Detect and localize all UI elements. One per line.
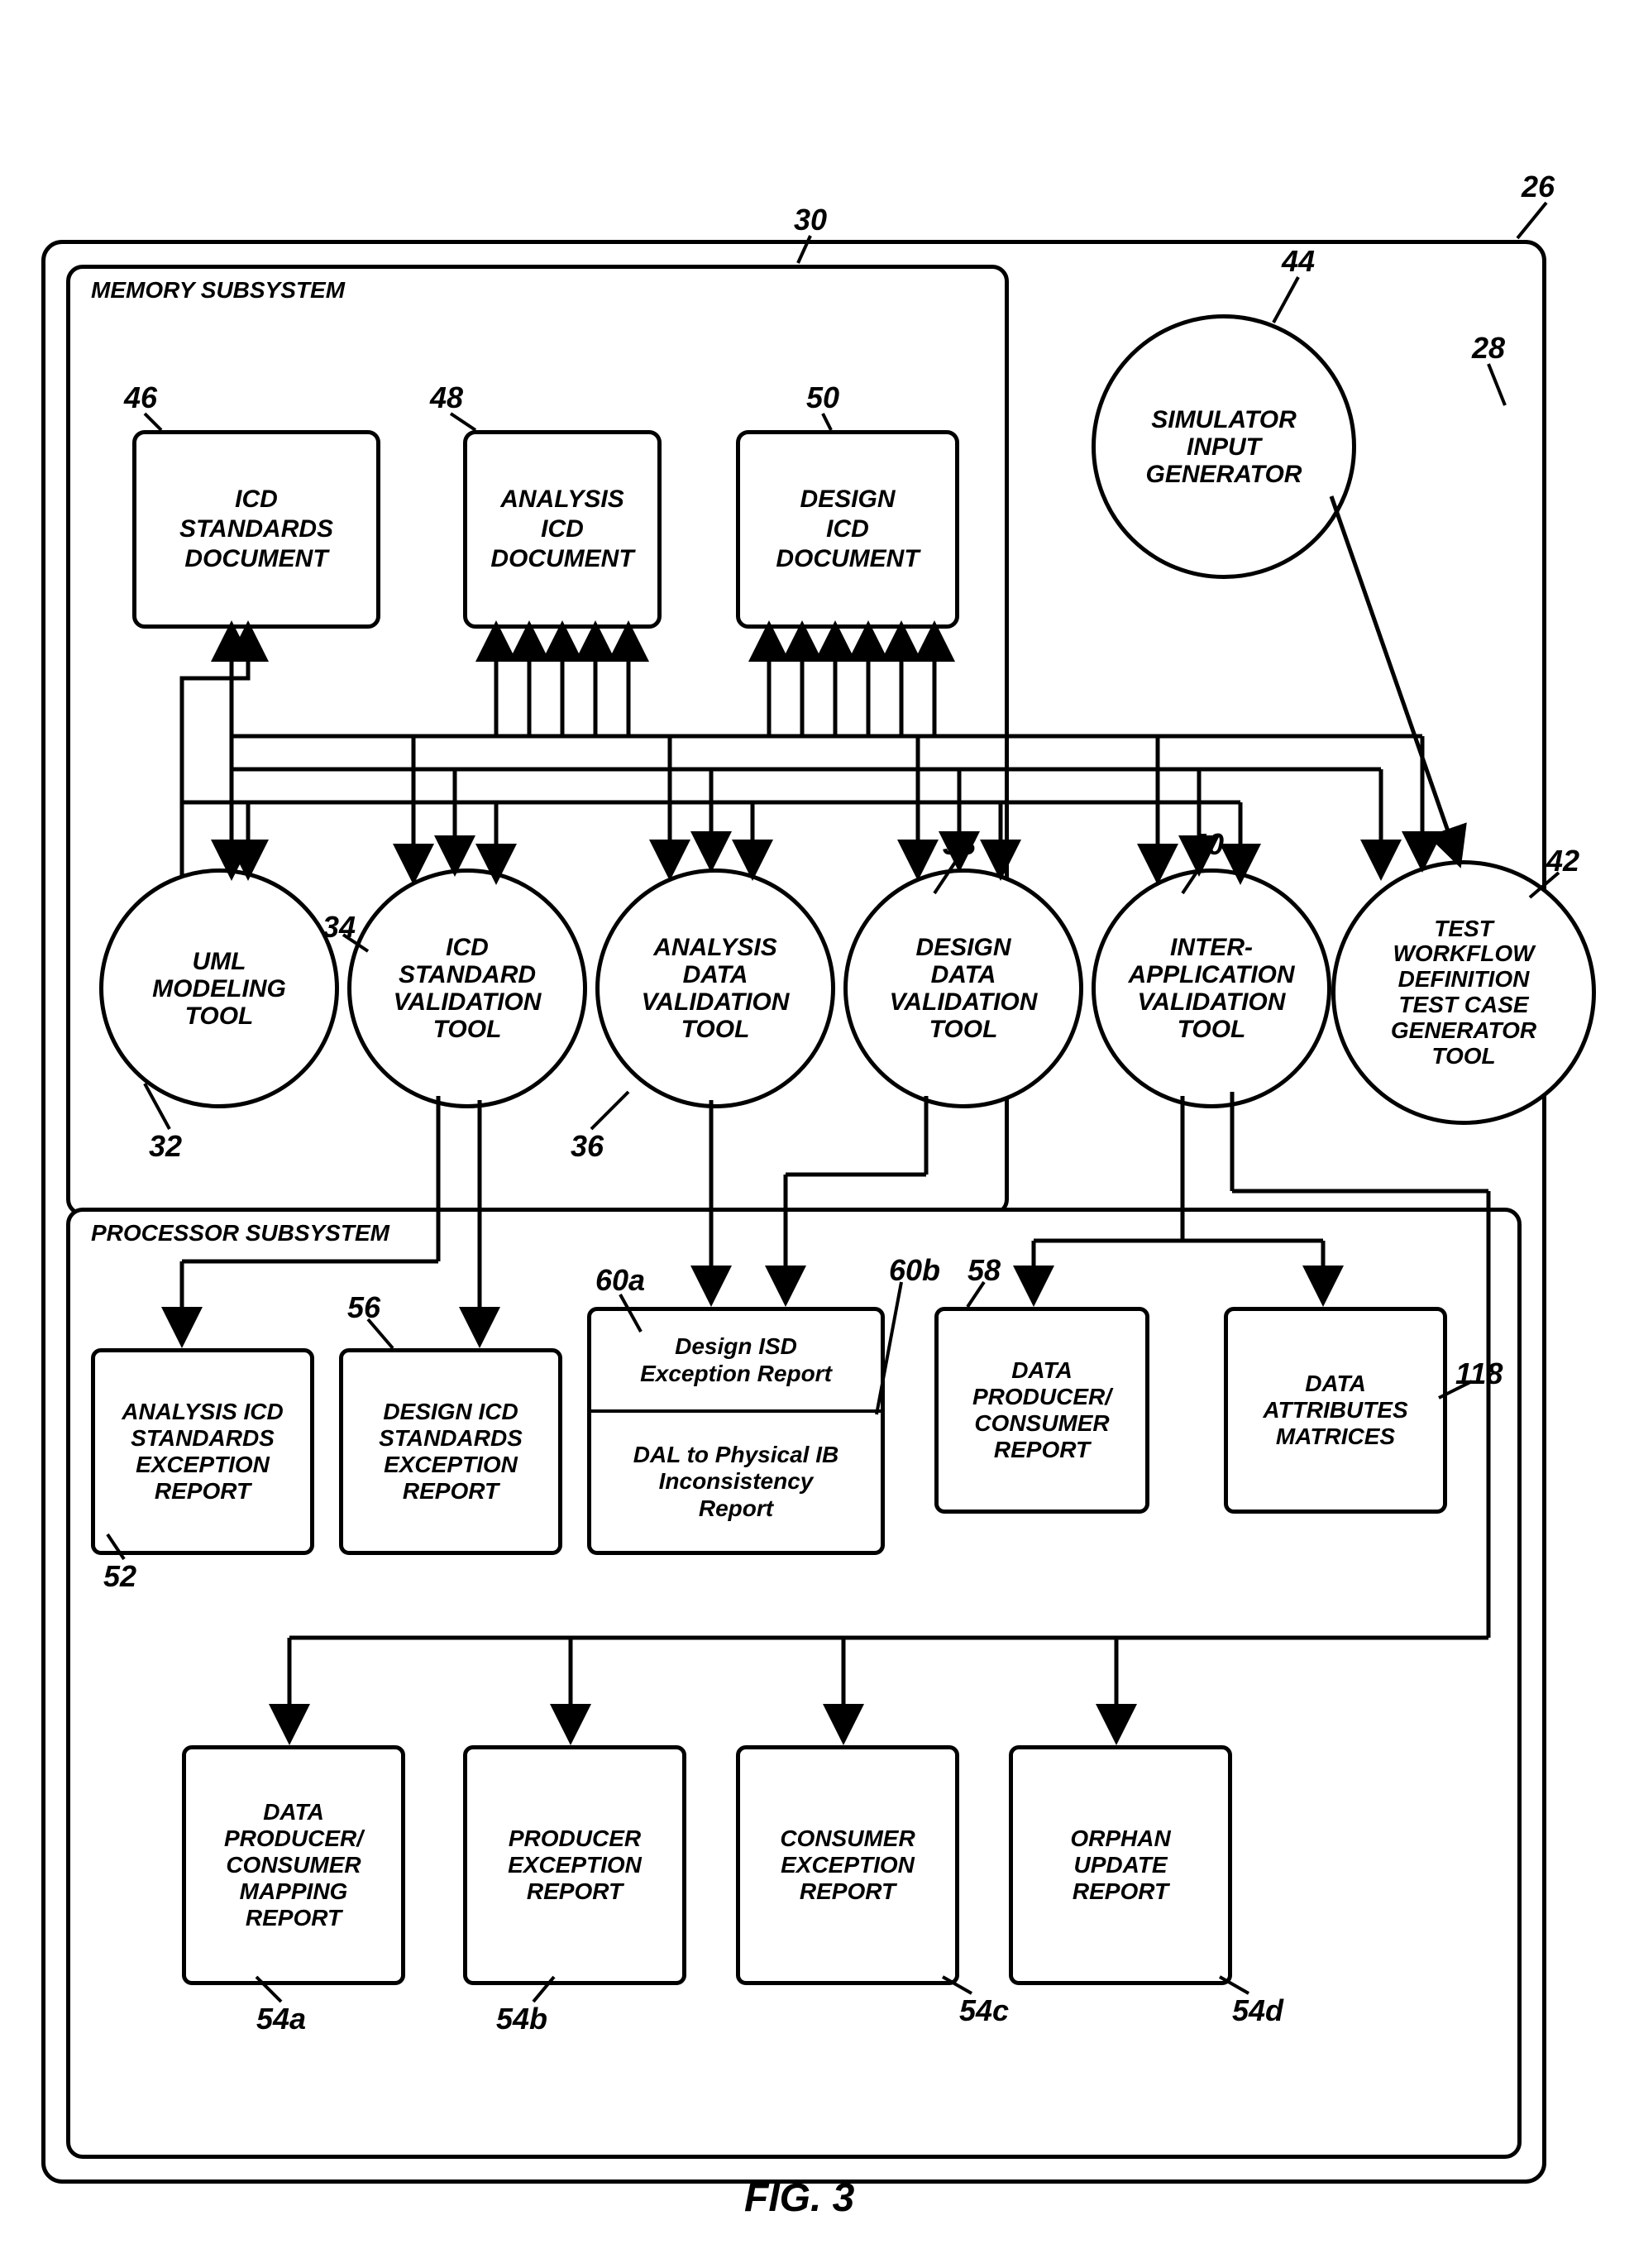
memory-subsystem-label: MEMORY SUBSYSTEM (91, 277, 345, 304)
ref-52: 52 (103, 1559, 136, 1594)
orphan-update-report: ORPHAN UPDATE REPORT (1009, 1745, 1232, 1985)
producer-consumer-mapping-report-text: DATA PRODUCER/ CONSUMER MAPPING REPORT (224, 1799, 363, 1932)
uml-modeling-tool: UML MODELING TOOL (99, 868, 339, 1108)
inter-application-validation-tool: INTER- APPLICATION VALIDATION TOOL (1092, 868, 1331, 1108)
ref-34: 34 (322, 910, 356, 945)
ref-54d: 54d (1232, 1993, 1283, 2028)
consumer-exception-report-text: CONSUMER EXCEPTION REPORT (780, 1825, 915, 1906)
ref-44: 44 (1282, 244, 1315, 279)
ref-118: 118 (1455, 1356, 1503, 1391)
test-workflow-generator-tool: TEST WORKFLOW DEFINITION TEST CASE GENER… (1331, 860, 1596, 1125)
ref-40: 40 (1191, 827, 1224, 862)
design-isd-report-a-text: Design ISD Exception Report (640, 1333, 832, 1386)
data-producer-consumer-report: DATA PRODUCER/ CONSUMER REPORT (934, 1307, 1149, 1514)
analysis-data-validation-tool-text: ANALYSIS DATA VALIDATION TOOL (642, 934, 790, 1043)
ref-32: 32 (149, 1129, 182, 1164)
uml-modeling-tool-text: UML MODELING TOOL (152, 948, 286, 1030)
producer-consumer-mapping-report: DATA PRODUCER/ CONSUMER MAPPING REPORT (182, 1745, 405, 1985)
processor-subsystem-label: PROCESSOR SUBSYSTEM (91, 1220, 389, 1246)
orphan-update-report-text: ORPHAN UPDATE REPORT (1070, 1825, 1170, 1906)
design-isd-report-box: Design ISD Exception Report DAL to Physi… (587, 1307, 885, 1555)
analysis-icd-std-report-text: ANALYSIS ICD STANDARDS EXCEPTION REPORT (122, 1399, 284, 1505)
icd-standard-validation-tool-text: ICD STANDARD VALIDATION TOOL (394, 934, 542, 1043)
ref-48: 48 (430, 380, 463, 415)
icd-standards-doc: ICD STANDARDS DOCUMENT (132, 430, 380, 629)
diagram-container: MEMORY SUBSYSTEM PROCESSOR SUBSYSTEM ICD… (17, 17, 1588, 2208)
ref-38: 38 (943, 827, 976, 862)
design-data-validation-tool: DESIGN DATA VALIDATION TOOL (843, 868, 1083, 1108)
design-icd-std-report-text: DESIGN ICD STANDARDS EXCEPTION REPORT (379, 1399, 523, 1505)
analysis-data-validation-tool: ANALYSIS DATA VALIDATION TOOL (595, 868, 835, 1108)
design-icd-doc: DESIGN ICD DOCUMENT (736, 430, 959, 629)
design-icd-doc-text: DESIGN ICD DOCUMENT (776, 485, 919, 574)
design-isd-report-b-text: DAL to Physical IB Inconsistency Report (633, 1442, 838, 1522)
ref-50: 50 (806, 380, 839, 415)
consumer-exception-report: CONSUMER EXCEPTION REPORT (736, 1745, 959, 1985)
analysis-icd-doc-text: ANALYSIS ICD DOCUMENT (490, 485, 633, 574)
design-icd-std-report: DESIGN ICD STANDARDS EXCEPTION REPORT (339, 1348, 562, 1555)
analysis-icd-doc: ANALYSIS ICD DOCUMENT (463, 430, 662, 629)
ref-54b: 54b (496, 2002, 547, 2036)
icd-standard-validation-tool: ICD STANDARD VALIDATION TOOL (347, 868, 587, 1108)
ref-36: 36 (571, 1129, 604, 1164)
producer-exception-report-text: PRODUCER EXCEPTION REPORT (508, 1825, 642, 1906)
simulator-input-generator-text: SIMULATOR INPUT GENERATOR (1146, 406, 1302, 488)
simulator-input-generator: SIMULATOR INPUT GENERATOR (1092, 314, 1356, 579)
ref-60b: 60b (889, 1253, 940, 1288)
figure-label: FIG. 3 (744, 2175, 854, 2221)
ref-42: 42 (1546, 844, 1579, 878)
ref-30: 30 (794, 203, 827, 237)
icd-standards-doc-text: ICD STANDARDS DOCUMENT (179, 485, 333, 574)
ref-28: 28 (1472, 331, 1505, 366)
inter-application-validation-tool-text: INTER- APPLICATION VALIDATION TOOL (1128, 934, 1294, 1043)
producer-exception-report: PRODUCER EXCEPTION REPORT (463, 1745, 686, 1985)
data-attributes-matrices-text: DATA ATTRIBUTES MATRICES (1263, 1371, 1407, 1451)
test-workflow-generator-tool-text: TEST WORKFLOW DEFINITION TEST CASE GENER… (1391, 916, 1536, 1069)
analysis-icd-std-report: ANALYSIS ICD STANDARDS EXCEPTION REPORT (91, 1348, 314, 1555)
ref-60a: 60a (595, 1263, 645, 1298)
design-data-validation-tool-text: DESIGN DATA VALIDATION TOOL (890, 934, 1038, 1043)
ref-54a: 54a (256, 2002, 306, 2036)
data-producer-consumer-report-text: DATA PRODUCER/ CONSUMER REPORT (972, 1357, 1111, 1464)
ref-26: 26 (1522, 170, 1555, 204)
data-attributes-matrices: DATA ATTRIBUTES MATRICES (1224, 1307, 1447, 1514)
ref-58: 58 (967, 1253, 1001, 1288)
ref-56: 56 (347, 1290, 380, 1325)
ref-46: 46 (124, 380, 157, 415)
ref-54c: 54c (959, 1993, 1009, 2028)
